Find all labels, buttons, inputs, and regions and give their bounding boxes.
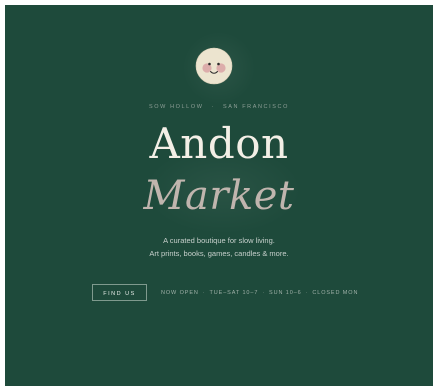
hero-section: SOW HOLLOW · SAN FRANCISCO Andon Market A … [5, 5, 433, 386]
hours-separator: · [202, 290, 206, 296]
location-eyebrow: SOW HOLLOW · SAN FRANCISCO [5, 104, 433, 110]
page-title-line-2: Market [143, 173, 295, 219]
hours-sun: SUN 10–6 [269, 290, 302, 296]
moon-face-icon [195, 47, 233, 85]
tagline-line-2: Art prints, books, games, candles & more… [149, 249, 289, 258]
hours-status: NOW OPEN [161, 290, 199, 296]
location-neighborhood: SOW HOLLOW [149, 104, 204, 110]
hours-separator: · [305, 290, 309, 296]
hours-tue-sat: TUE–SAT 10–7 [209, 290, 259, 296]
opening-hours: NOW OPEN · TUE–SAT 10–7 · SUN 10–6 · CLOSED MO… [161, 290, 358, 296]
hours-separator: · [262, 290, 266, 296]
location-city: SAN FRANCISCO [222, 104, 289, 110]
page-title-line-1: Andon [149, 119, 289, 168]
hours-closed: CLOSED MON [312, 290, 359, 296]
location-separator: · [211, 104, 215, 110]
find-us-button[interactable]: FIND US [92, 284, 147, 301]
tagline-line-1: A curated boutique for slow living. [163, 236, 275, 245]
